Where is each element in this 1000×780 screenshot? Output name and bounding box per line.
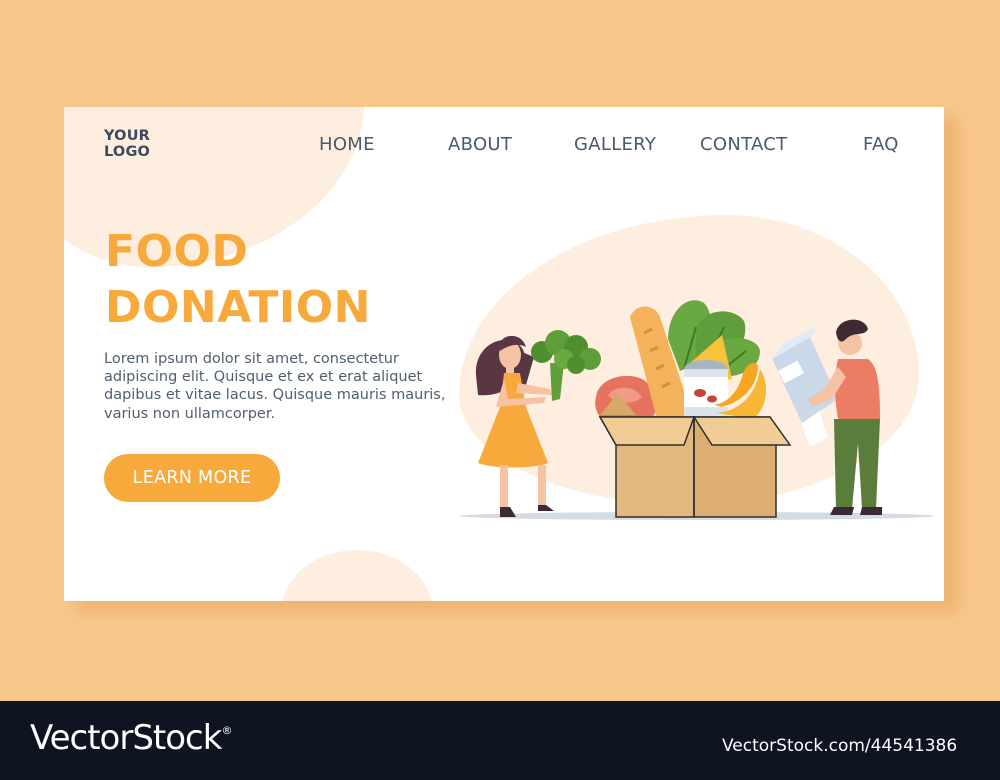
food-donation-illustration — [459, 300, 935, 520]
registered-mark: ® — [221, 724, 232, 737]
watermark-brand: VectorStock — [30, 718, 222, 758]
landing-card: YOUR LOGO HOME ABOUT GALLERY CONTACT FAQ… — [64, 107, 944, 601]
can-icon — [684, 360, 728, 417]
woman-figure — [475, 335, 554, 517]
watermark-logo: VectorStock® — [30, 718, 232, 758]
cardboard-box-icon — [598, 416, 792, 518]
watermark-id: VectorStock.com/44541386 — [722, 736, 958, 756]
